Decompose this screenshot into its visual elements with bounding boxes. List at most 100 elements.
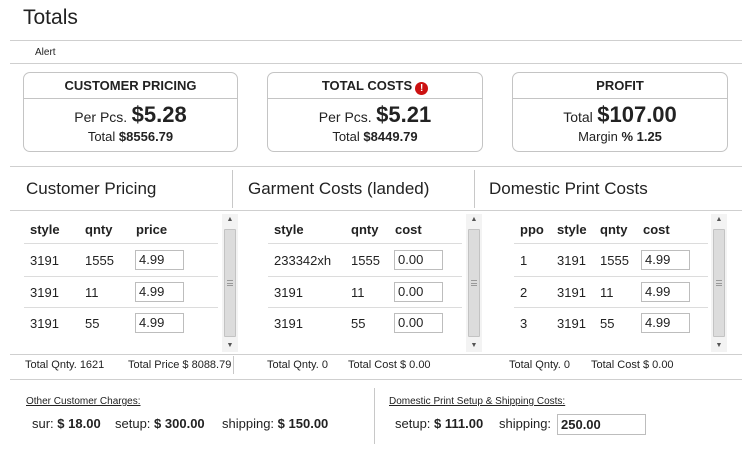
setup-value: $ 300.00 [154, 416, 205, 431]
cell-style: 3191 [274, 316, 303, 331]
total-cost: Total Cost $ 0.00 [591, 359, 674, 371]
cell-qnty: 1555 [600, 253, 629, 268]
setup-value: $ 111.00 [434, 416, 484, 431]
sur-charge: sur: $ 18.00 [32, 416, 101, 431]
shipping-label: shipping: [222, 416, 275, 431]
shipping-input[interactable]: 250.00 [557, 414, 646, 435]
column-header-cost: cost [395, 222, 422, 237]
column-header-style: style [30, 222, 60, 237]
customer-pricing-card-title: CUSTOMER PRICING [24, 73, 237, 99]
column-header-qnty: qnty [600, 222, 628, 237]
cell-style: 3191 [557, 253, 586, 268]
footer-divider [10, 379, 742, 380]
alert-icon[interactable]: ! [415, 82, 429, 95]
cell-qnty: 11 [351, 285, 365, 300]
column-header-qnty: qnty [85, 222, 113, 237]
total-qnty: Total Qnty. 1621 [25, 359, 105, 371]
footer-divider [233, 356, 234, 374]
total-price: $8556.79 [118, 129, 174, 144]
alert-label: Alert [35, 47, 56, 58]
scrollbar[interactable]: ▲ ▼ [466, 214, 482, 352]
scrollbar[interactable]: ▲ ▼ [222, 214, 238, 352]
cell-style: 3191 [274, 285, 303, 300]
cell-qnty: 55 [600, 316, 615, 331]
scrollbar-thumb[interactable] [713, 229, 725, 337]
cell-style: 3191 [30, 253, 59, 268]
total-cost: $8449.79 [363, 129, 418, 144]
customer-pricing-card: CUSTOMER PRICING Per Pcs. $5.28 Total $8… [23, 72, 238, 152]
sur-label: sur: [32, 416, 54, 431]
section-divider [474, 170, 475, 208]
margin-label: Margin [578, 129, 618, 144]
total-label: Total [87, 129, 116, 144]
total-label: Total [332, 129, 360, 144]
domestic-setup-charge: setup: $ 111.00 [395, 416, 483, 431]
domestic-shipping-label: shipping: [499, 416, 552, 431]
profit-total-label: Total [563, 109, 593, 125]
price-input[interactable]: 4.99 [135, 313, 184, 333]
cell-style: 3191 [30, 316, 59, 331]
charges-divider [374, 388, 375, 444]
price-input[interactable]: 4.99 [135, 282, 184, 302]
alert-divider [10, 63, 742, 64]
customer-pricing-section-title: Customer Pricing [26, 179, 157, 198]
table-footer-divider [10, 354, 742, 355]
profit-card-title: PROFIT [513, 73, 727, 99]
total-costs-card-title: TOTAL COSTS [321, 78, 413, 93]
cell-ppo: 1 [520, 253, 528, 268]
margin-value: % 1.25 [621, 129, 662, 144]
cell-style: 3191 [557, 285, 586, 300]
scroll-up-arrow-icon[interactable]: ▲ [466, 214, 482, 226]
scroll-up-arrow-icon[interactable]: ▲ [711, 214, 727, 226]
cell-qnty: 55 [351, 316, 366, 331]
cell-qnty: 11 [600, 285, 614, 300]
section-title-divider [10, 210, 742, 211]
column-header-ppo: ppo [520, 222, 544, 237]
other-charges-title: Other Customer Charges: [26, 396, 141, 407]
cost-input[interactable]: 4.99 [641, 313, 690, 333]
section-divider [232, 170, 233, 208]
column-header-style: style [274, 222, 304, 237]
setup-charge: setup: $ 300.00 [115, 416, 205, 431]
scroll-down-arrow-icon[interactable]: ▼ [222, 340, 238, 352]
domestic-setup-title: Domestic Print Setup & Shipping Costs: [389, 396, 566, 407]
column-header-cost: cost [643, 222, 670, 237]
cell-qnty: 11 [85, 285, 99, 300]
scroll-down-arrow-icon[interactable]: ▼ [711, 340, 727, 352]
cost-input[interactable]: 0.00 [394, 313, 443, 333]
total-price: Total Price $ 8088.79 [128, 359, 232, 371]
total-qnty: Total Qnty. 0 [267, 359, 328, 371]
shipping-value: $ 150.00 [277, 416, 329, 431]
cell-qnty: 1555 [85, 253, 114, 268]
scrollbar-thumb[interactable] [224, 229, 236, 337]
page-title: Totals [23, 6, 78, 29]
profit-card: PROFIT Total $107.00 Margin % 1.25 [512, 72, 728, 152]
total-qnty: Total Qnty. 0 [509, 359, 570, 371]
scroll-up-arrow-icon[interactable]: ▲ [222, 214, 238, 226]
setup-label: setup: [115, 416, 151, 431]
cell-style: 233342xh [274, 253, 332, 268]
shipping-charge: shipping: $ 150.00 [222, 416, 328, 431]
scroll-down-arrow-icon[interactable]: ▼ [466, 340, 482, 352]
cell-ppo: 3 [520, 316, 528, 331]
cell-qnty: 55 [85, 316, 100, 331]
scrollbar[interactable]: ▲ ▼ [711, 214, 727, 352]
per-pcs-label: Per Pcs. [318, 109, 372, 125]
total-cost: Total Cost $ 0.00 [348, 359, 431, 371]
sur-value: $ 18.00 [57, 416, 101, 431]
cell-ppo: 2 [520, 285, 528, 300]
per-pcs-price: $5.28 [131, 102, 187, 127]
total-costs-card: TOTAL COSTS! Per Pcs. $5.21 Total $8449.… [267, 72, 483, 152]
scrollbar-thumb[interactable] [468, 229, 480, 337]
cost-input[interactable]: 0.00 [394, 250, 443, 270]
cost-input[interactable]: 4.99 [641, 250, 690, 270]
total-costs-card-header: TOTAL COSTS! [268, 73, 482, 99]
title-divider [10, 40, 742, 41]
cost-input[interactable]: 0.00 [394, 282, 443, 302]
cards-divider [10, 166, 742, 167]
column-header-price: price [136, 222, 168, 237]
cell-style: 3191 [30, 285, 59, 300]
cost-input[interactable]: 4.99 [641, 282, 690, 302]
price-input[interactable]: 4.99 [135, 250, 184, 270]
profit-total: $107.00 [597, 102, 677, 127]
